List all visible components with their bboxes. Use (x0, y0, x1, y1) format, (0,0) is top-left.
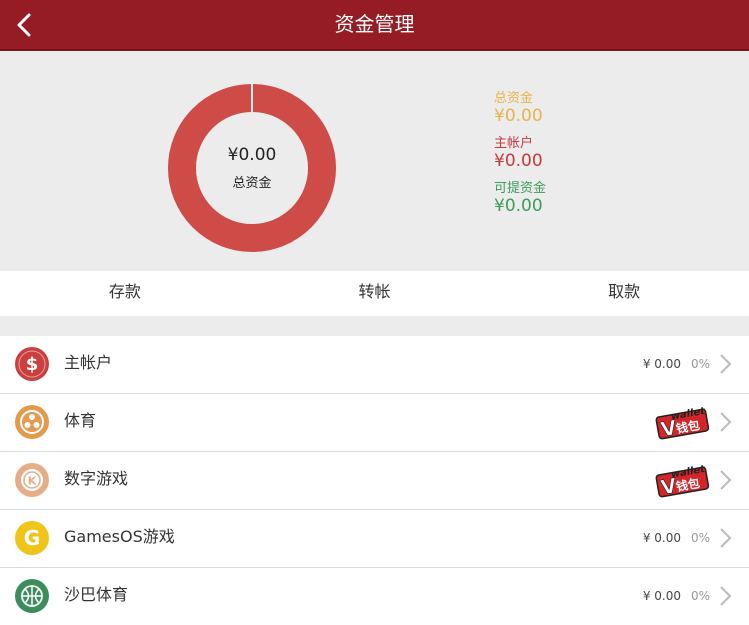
wallet-balance: ¥ 0.00 (642, 531, 681, 545)
wallet-row-digital-games[interactable]: K 数字游戏 V wallet 钱包 (0, 452, 749, 510)
legend-total-label: 总资金 (494, 91, 534, 106)
wallet-percent: 0% (690, 531, 710, 545)
fund-summary: ¥0.00 总资金 总资金 ¥0.00 主帐户 ¥0.00 可提资金 ¥0.00 (0, 51, 749, 271)
digital-game-icon: K (15, 463, 49, 497)
wallet-percent: 0% (690, 357, 710, 371)
wallet-balance: ¥ 0.00 (642, 589, 681, 603)
svg-text:$: $ (26, 354, 39, 375)
deposit-button[interactable]: 存款 (0, 271, 250, 316)
wallet-row-saba-sports[interactable]: 沙巴体育 ¥ 0.00 0% (0, 568, 749, 625)
wallet-percent: 0% (690, 589, 710, 603)
wallet-name: GamesOS游戏 (64, 527, 175, 546)
wallet-row-sports[interactable]: 体育 V wallet 钱包 (0, 394, 749, 452)
legend-withdrawable-value: ¥0.00 (494, 196, 543, 216)
wallet-row-main-account[interactable]: $ 主帐户 ¥ 0.00 0% (0, 336, 749, 394)
app-header: 资金管理 (0, 0, 749, 51)
vwallet-badge-icon: V wallet 钱包 (655, 464, 710, 499)
chevron-right-icon (720, 528, 732, 548)
legend-main-value: ¥0.00 (494, 151, 543, 171)
vwallet-badge-icon: V wallet 钱包 (655, 406, 710, 441)
chevron-right-icon (720, 470, 732, 490)
legend-total-value: ¥0.00 (494, 106, 543, 126)
withdraw-button[interactable]: 取款 (499, 271, 749, 316)
action-bar: 存款 转帐 取款 (0, 271, 749, 316)
wallet-name: 数字游戏 (64, 469, 129, 488)
chevron-right-icon (720, 412, 732, 432)
gamesos-icon: G (15, 521, 49, 555)
sports-icon (15, 405, 49, 439)
wallet-name: 体育 (64, 411, 97, 430)
basketball-icon (15, 579, 49, 613)
chevron-right-icon (720, 354, 732, 374)
wallet-name: 沙巴体育 (64, 585, 129, 604)
wallet-balance: ¥ 0.00 (642, 357, 681, 371)
wallet-list: $ 主帐户 ¥ 0.00 0% 体育 V wallet 钱包 K 数字游戏 V … (0, 336, 749, 625)
svg-text:K: K (28, 475, 37, 488)
legend-main-account: 主帐户 ¥0.00 (494, 136, 546, 171)
funds-legend: 总资金 ¥0.00 主帐户 ¥0.00 可提资金 ¥0.00 (494, 91, 546, 226)
dollar-icon: $ (15, 347, 49, 381)
legend-withdrawable: 可提资金 ¥0.00 (494, 181, 546, 216)
legend-total: 总资金 ¥0.00 (494, 91, 546, 126)
legend-withdrawable-label: 可提资金 (494, 181, 547, 196)
transfer-button[interactable]: 转帐 (250, 271, 500, 316)
donut-total-amount: ¥0.00 (227, 145, 277, 165)
wallet-row-gamesos[interactable]: G GamesOS游戏 ¥ 0.00 0% (0, 510, 749, 568)
chevron-right-icon (720, 586, 732, 606)
page-title: 资金管理 (334, 12, 415, 36)
wallet-name: 主帐户 (64, 353, 113, 372)
donut-total-label: 总资金 (232, 176, 272, 191)
svg-text:G: G (24, 526, 40, 550)
legend-main-label: 主帐户 (494, 136, 534, 151)
funds-donut-chart (168, 84, 336, 252)
